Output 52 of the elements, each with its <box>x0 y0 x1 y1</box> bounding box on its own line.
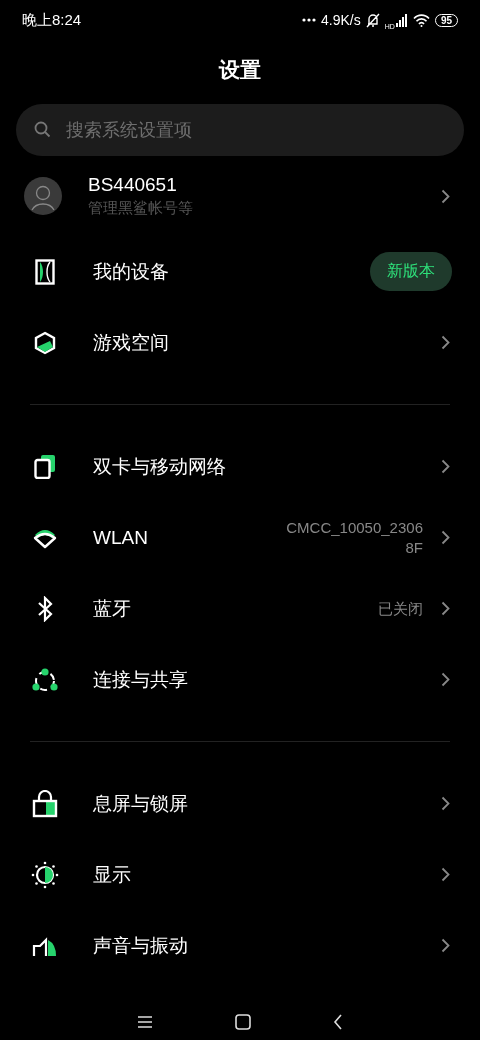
account-row[interactable]: BS440651 管理黑鲨帐号等 <box>0 156 480 236</box>
item-title: 蓝牙 <box>93 596 132 621</box>
update-badge: 新版本 <box>370 252 452 291</box>
menu-icon <box>137 1016 153 1028</box>
padlock-icon <box>32 789 58 818</box>
chevron-right-icon <box>441 335 450 350</box>
chevron-right-icon <box>441 459 450 474</box>
account-name: BS440651 <box>88 174 178 196</box>
settings-item[interactable]: 我的设备 新版本 <box>0 236 480 307</box>
signal-icon <box>395 13 408 27</box>
muted-bell-icon <box>365 12 380 28</box>
chevron-right-icon <box>441 530 450 545</box>
brightness-icon <box>31 860 59 889</box>
item-value: 已关闭 <box>378 598 423 619</box>
chevron-right-icon <box>441 867 450 882</box>
settings-item[interactable]: 息屏与锁屏 <box>0 768 480 839</box>
chevron-right-icon <box>441 938 450 953</box>
settings-item[interactable]: 双卡与移动网络 <box>0 431 480 502</box>
item-title: 双卡与移动网络 <box>93 454 227 479</box>
item-title: 声音与振动 <box>93 933 189 958</box>
phone-icon <box>35 258 55 285</box>
settings-item[interactable]: 显示 <box>0 839 480 910</box>
settings-item[interactable]: WLAN CMCC_10050_2306 8F <box>0 502 480 573</box>
share-circle-icon <box>32 667 58 692</box>
square-icon <box>235 1014 251 1030</box>
chevron-right-icon <box>441 601 450 616</box>
network-speed: 4.9K/s <box>321 12 361 28</box>
item-value: CMCC_10050_2306 8F <box>286 518 423 557</box>
search-field[interactable]: 搜索系统设置项 <box>16 104 464 156</box>
settings-item[interactable]: 游戏空间 <box>0 307 480 378</box>
chevron-right-icon <box>441 672 450 687</box>
item-title: 显示 <box>93 862 132 887</box>
hexagon-icon <box>33 330 57 355</box>
settings-item[interactable]: 蓝牙 已关闭 <box>0 573 480 644</box>
status-time: 晚上8:24 <box>22 10 82 30</box>
bluetooth-icon <box>36 595 54 622</box>
sim-card-icon <box>34 454 56 479</box>
item-title: 连接与共享 <box>93 667 189 692</box>
item-title: 游戏空间 <box>93 330 170 355</box>
chevron-right-icon <box>441 796 450 811</box>
item-title: 息屏与锁屏 <box>93 791 189 816</box>
back-icon <box>333 1014 343 1030</box>
page-title: 设置 <box>219 57 261 83</box>
item-title: 我的设备 <box>93 259 170 284</box>
notification-dots-icon <box>302 18 317 22</box>
settings-item[interactable]: 声音与振动 <box>0 910 480 981</box>
chevron-right-icon <box>441 188 450 204</box>
wifi-icon <box>412 13 430 27</box>
avatar-icon <box>24 177 62 215</box>
account-subtitle: 管理黑鲨帐号等 <box>88 199 194 218</box>
item-title: WLAN <box>93 526 149 549</box>
settings-item[interactable]: 连接与共享 <box>0 644 480 715</box>
